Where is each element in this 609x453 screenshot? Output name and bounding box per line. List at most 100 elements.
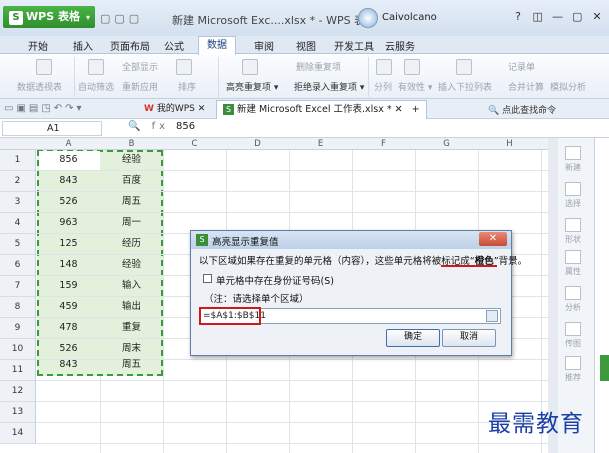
cell-a[interactable]: 148 [37,255,100,276]
name-box[interactable]: A1 [2,121,102,136]
row-header[interactable]: 12 [0,381,36,402]
pane-edge [594,138,609,453]
command-search[interactable]: 🔍 点此查找命令 [488,103,556,116]
column-header-f[interactable]: F [352,139,415,150]
cell-a[interactable]: 125 [37,234,100,255]
cell-a[interactable]: 478 [37,318,100,339]
properties-icon [565,250,581,264]
tab-my-wps[interactable]: W 我的WPS ✕ [144,100,205,118]
ok-button[interactable]: 确定 [386,329,440,347]
skin-icon[interactable]: ◫ [530,10,546,26]
cell-b[interactable]: 经验 [100,255,163,276]
row-header[interactable]: 14 [0,423,36,444]
cell-a[interactable]: 963 [37,213,100,234]
row-header[interactable]: 11 [0,360,36,381]
app-menu-button[interactable]: S WPS 表格 ▾ [3,6,95,28]
row-header[interactable]: 7 [0,276,36,297]
tab-view[interactable]: 视图 [296,38,316,53]
tab-review[interactable]: 审阅 [254,38,274,53]
titlebar-tool-icons[interactable]: ▢▢▢ [100,12,143,25]
pane-analysis[interactable]: 分析 [560,286,586,313]
user-name[interactable]: Caivolcano [382,12,437,23]
tab-document[interactable]: S 新建 Microsoft Excel 工作表.xlsx * ✕ + [216,100,427,119]
tab-home[interactable]: 开始 [28,38,48,53]
column-header-h[interactable]: H [478,139,541,150]
tab-cloud[interactable]: 云服务 [385,38,415,53]
cell-a[interactable]: 159 [37,276,100,297]
formula-input[interactable]: 856 [176,121,195,132]
cell-b[interactable]: 经验 [100,150,163,171]
tab-formulas[interactable]: 公式 [164,38,184,53]
cell-a[interactable]: 856 [37,150,100,171]
show-all-button[interactable]: 全部显示 [122,60,158,73]
cell-b[interactable]: 经历 [100,234,163,255]
close-button[interactable]: ✕ [589,10,605,26]
delete-duplicates-button[interactable]: 删除重复项 [296,60,341,73]
checkbox-label[interactable]: 单元格中存在身份证号码(S) [216,273,334,287]
cell-b[interactable]: 百度 [100,171,163,192]
simulate-analysis-button[interactable]: 模拟分析 [550,80,586,93]
cell-a[interactable]: 843 [37,171,100,192]
merge-calc-button[interactable]: 合并计算 [508,80,544,93]
tab-page-layout[interactable]: 页面布局 [110,38,150,53]
cell-b[interactable]: 周一 [100,213,163,234]
pane-recommend[interactable]: 推荐 [560,356,586,383]
cell-b[interactable]: 输入 [100,276,163,297]
pane-properties[interactable]: 属性 [560,250,586,277]
row-header[interactable]: 2 [0,171,36,192]
record-form-button[interactable]: 记录单 [508,60,535,73]
row-header[interactable]: 10 [0,339,36,360]
cell-b[interactable]: 重复 [100,318,163,339]
row-header[interactable]: 9 [0,318,36,339]
dialog-close-button[interactable]: ✕ [479,232,507,246]
pane-upload[interactable]: 传图 [560,322,586,349]
column-header-d[interactable]: D [226,139,289,150]
row-header[interactable]: 5 [0,234,36,255]
column-header-b[interactable]: B [100,139,163,150]
id-number-checkbox[interactable] [203,274,212,283]
tab-insert[interactable]: 插入 [73,38,93,53]
pane-new[interactable]: 新建 [560,146,586,173]
column-header-g[interactable]: G [415,139,478,150]
pane-new-label: 新建 [565,163,581,172]
pane-select[interactable]: 选择 [560,182,586,209]
validity-button[interactable]: 有效性 ▾ [398,80,432,93]
cell-b[interactable]: 输出 [100,297,163,318]
cell-b[interactable]: 周五 [100,355,163,376]
pane-shape[interactable]: 形状 [560,218,586,245]
pivot-table-button[interactable]: 数据透视表 [17,80,62,93]
column-header-e[interactable]: E [289,139,352,150]
highlight-duplicates-icon [242,59,258,75]
cancel-button[interactable]: 取消 [442,329,496,347]
column-header-c[interactable]: C [163,139,226,150]
insert-dropdown-button[interactable]: 插入下拉列表 [438,80,492,93]
row-header[interactable]: 6 [0,255,36,276]
cell-a[interactable]: 459 [37,297,100,318]
column-header-a[interactable]: A [37,139,100,150]
row-header[interactable]: 4 [0,213,36,234]
avatar[interactable] [358,8,378,28]
pane-toggle-tab[interactable] [600,355,609,381]
reapply-button[interactable]: 重新应用 [122,80,158,93]
cell-a[interactable]: 843 [37,355,100,376]
collapse-dialog-icon[interactable] [486,310,498,322]
tab-developer[interactable]: 开发工具 [334,38,374,53]
tab-data[interactable]: 数据 [198,36,236,56]
minimize-button[interactable]: — [550,10,566,26]
highlight-duplicates-button[interactable]: 高亮重复项 ▾ [226,80,278,93]
cell-a[interactable]: 526 [37,192,100,213]
cell-b[interactable]: 周五 [100,192,163,213]
split-columns-button[interactable]: 分列 [374,80,392,93]
fx-icon[interactable]: 🔍 fx [128,121,169,132]
row-header[interactable]: 3 [0,192,36,213]
row-header[interactable]: 13 [0,402,36,423]
sort-button[interactable]: 排序 [178,80,196,93]
quick-access-icons[interactable]: ▭▣▤◳↶↷▾ [4,103,85,114]
row-header[interactable]: 1 [0,150,36,171]
wps-sheet-icon: S [196,234,208,246]
row-header[interactable]: 8 [0,297,36,318]
reject-duplicates-button[interactable]: 拒绝录入重复项 ▾ [294,80,364,93]
autofilter-button[interactable]: 自动筛选 [78,80,114,93]
maximize-button[interactable]: ▢ [569,10,585,26]
help-icon[interactable]: ? [510,10,526,26]
